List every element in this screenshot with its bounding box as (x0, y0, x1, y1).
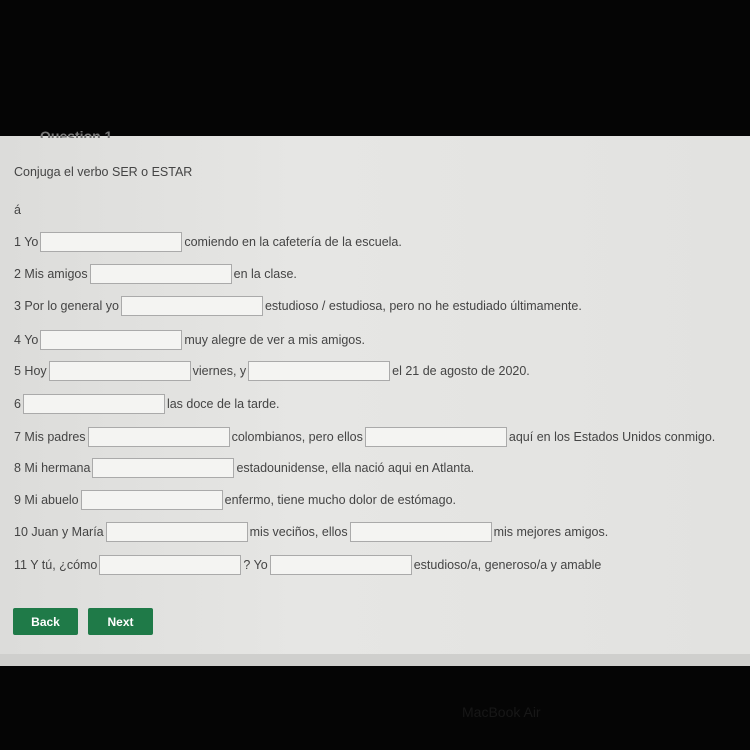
back-button[interactable]: Back (13, 608, 78, 635)
question-row: 1 Yo comiendo en la cafetería de la escue… (14, 232, 402, 252)
question-row: 9 Mi abuelo enfermo, tiene mucho dolor de… (14, 490, 456, 510)
question-label: 7 Mis padres (14, 430, 86, 444)
answer-input[interactable] (48, 361, 191, 381)
question-label: 4 Yo (14, 333, 39, 347)
next-button[interactable]: Next (88, 608, 153, 635)
quiz-screen: Question 1 Conjuga el verbo SER o ESTAR … (0, 128, 750, 666)
answer-input[interactable] (22, 394, 165, 414)
question-text: mis mejores amigos. (493, 525, 609, 539)
answer-input[interactable] (364, 427, 507, 447)
question-row: 3 Por lo general yo estudioso / estudiosa… (14, 296, 582, 316)
question-text: viernes, y (192, 364, 247, 378)
question-text: muy alegre de ver a mis amigos. (184, 333, 365, 347)
answer-input[interactable] (40, 232, 183, 252)
question-text: mis veciños, ellos (249, 525, 348, 539)
question-row: 8 Mi hermana estadounidense, ella nació a… (14, 458, 474, 478)
question-text: en la clase. (233, 267, 297, 281)
question-label: 3 Por lo general yo (14, 299, 119, 313)
question-text: las doce de la tarde. (166, 397, 280, 411)
question-row: 5 Hoy viernes, y el 21 de agosto de 2020. (14, 361, 530, 381)
question-label: 1 Yo (14, 235, 39, 249)
question-label: 5 Hoy (14, 364, 47, 378)
question-label: 10 Juan y María (14, 525, 104, 539)
answer-input[interactable] (120, 296, 263, 316)
question-text: ? Yo (243, 558, 268, 572)
instructions: Conjuga el verbo SER o ESTAR (14, 165, 193, 179)
answer-input[interactable] (87, 427, 230, 447)
accent-helper[interactable]: á (14, 203, 21, 217)
question-row: 2 Mis amigos en la clase. (14, 264, 297, 284)
answer-input[interactable] (105, 522, 248, 542)
question-text: comiendo en la cafetería de la escuela. (184, 235, 402, 249)
answer-input[interactable] (89, 264, 232, 284)
answer-input[interactable] (349, 522, 492, 542)
question-label: 11 Y tú, ¿cómo (14, 558, 98, 572)
laptop-brand-label: MacBook Air (462, 704, 541, 720)
answer-input[interactable] (92, 458, 235, 478)
answer-input[interactable] (269, 555, 412, 575)
question-row: 11 Y tú, ¿cómo ? Yo estudioso/a, generoso/… (14, 555, 601, 575)
question-row: 10 Juan y María mis veciños, ellos mis mej… (14, 522, 608, 542)
question-text: estadounidense, ella nació aqui en Atlan… (236, 461, 475, 475)
answer-input[interactable] (80, 490, 223, 510)
question-text: estudioso / estudiosa, pero no he estudi… (264, 299, 582, 313)
answer-input[interactable] (248, 361, 391, 381)
question-header: Question 1 (40, 128, 113, 138)
answer-input[interactable] (99, 555, 242, 575)
question-text: colombianos, pero ellos (231, 430, 363, 444)
question-text: aquí en los Estados Unidos conmigo. (508, 430, 716, 444)
answer-input[interactable] (40, 330, 183, 350)
question-row: 4 Yo muy alegre de ver a mis amigos. (14, 330, 365, 350)
question-row: 7 Mis padres colombianos, pero ellos aquí … (14, 427, 715, 447)
question-text: el 21 de agosto de 2020. (392, 364, 530, 378)
question-text: estudioso/a, generoso/a y amable (413, 558, 602, 572)
question-text: enfermo, tiene mucho dolor de estómago. (224, 493, 457, 507)
screen-bottom-edge (0, 654, 750, 666)
question-label: 8 Mi hermana (14, 461, 91, 475)
question-label: 2 Mis amigos (14, 267, 88, 281)
question-label: 6 (14, 397, 21, 411)
question-row: 6 las doce de la tarde. (14, 394, 280, 414)
question-label: 9 Mi abuelo (14, 493, 79, 507)
